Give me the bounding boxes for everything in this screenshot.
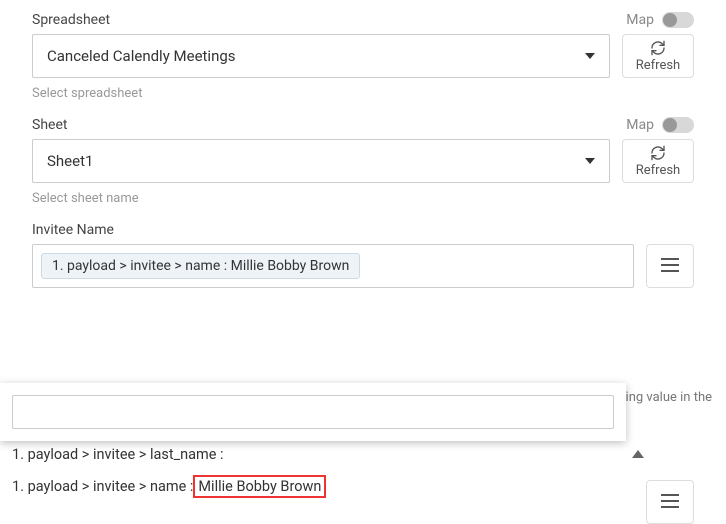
suggestion-list: 1. payload > invitee > last_name : 1. pa…	[12, 440, 326, 504]
spreadsheet-helper: Select spreadsheet	[32, 86, 694, 101]
chevron-down-icon	[585, 53, 595, 59]
sheet-field: Sheet Map Sheet1 Refresh Select sheet na…	[32, 113, 694, 206]
field-menu-button[interactable]	[646, 244, 694, 288]
hamburger-icon	[661, 492, 679, 513]
variable-picker-panel	[0, 383, 626, 441]
sheet-select[interactable]: Sheet1	[32, 139, 610, 183]
field-menu-button[interactable]	[646, 480, 694, 524]
refresh-icon	[650, 40, 666, 56]
spreadsheet-label-row: Spreadsheet Map	[32, 8, 694, 28]
spreadsheet-value: Canceled Calendly Meetings	[47, 47, 236, 65]
spreadsheet-refresh-button[interactable]: Refresh	[622, 34, 694, 78]
invitee-label: Invitee Name	[32, 222, 114, 238]
sheet-value: Sheet1	[47, 152, 93, 170]
sheet-map-label: Map	[626, 117, 654, 133]
hamburger-icon	[661, 256, 679, 277]
variable-search-input[interactable]	[12, 395, 614, 429]
invitee-name-field: Invitee Name 1. payload > invitee > name…	[32, 218, 694, 288]
sheet-refresh-button[interactable]: Refresh	[622, 139, 694, 183]
refresh-label: Refresh	[636, 163, 680, 178]
suggestion-item[interactable]: 1. payload > invitee > last_name :	[12, 440, 326, 469]
sheet-label-row: Sheet Map	[32, 113, 694, 133]
spreadsheet-map-label: Map	[626, 12, 654, 28]
invitee-label-row: Invitee Name	[32, 218, 694, 238]
refresh-icon	[650, 145, 666, 161]
spreadsheet-select[interactable]: Canceled Calendly Meetings	[32, 34, 610, 78]
scroll-up-icon[interactable]	[632, 450, 644, 458]
sheet-helper: Select sheet name	[32, 191, 694, 206]
sheet-map-toggle[interactable]	[662, 117, 694, 133]
spreadsheet-field: Spreadsheet Map Canceled Calendly Meetin…	[32, 8, 694, 101]
invitee-name-input[interactable]: 1. payload > invitee > name : Millie Bob…	[32, 244, 634, 288]
suggestion-item[interactable]: 1. payload > invitee > name : Millie Bob…	[12, 469, 326, 504]
spreadsheet-label: Spreadsheet	[32, 12, 110, 28]
suggestion-highlight: Millie Bobby Brown	[193, 475, 326, 498]
variable-pill[interactable]: 1. payload > invitee > name : Millie Bob…	[41, 253, 360, 279]
spreadsheet-map-control: Map	[626, 12, 694, 28]
spreadsheet-map-toggle[interactable]	[662, 12, 694, 28]
suggestion-text: 1. payload > invitee > last_name :	[12, 446, 224, 463]
refresh-label: Refresh	[636, 58, 680, 73]
chevron-down-icon	[585, 158, 595, 164]
sheet-label: Sheet	[32, 117, 67, 133]
suggestion-prefix: 1. payload > invitee > name :	[12, 478, 193, 495]
sheet-map-control: Map	[626, 117, 694, 133]
